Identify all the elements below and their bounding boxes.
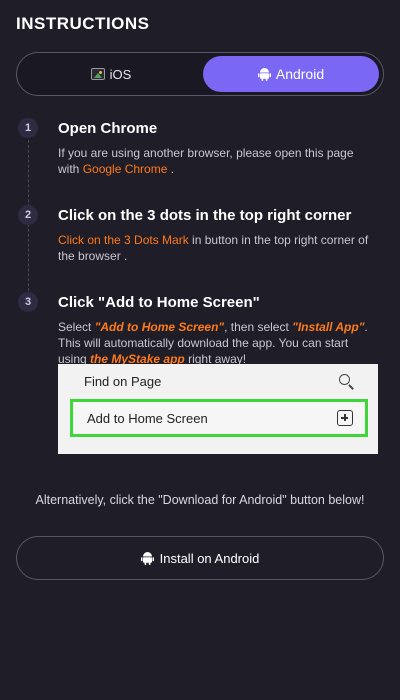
menu-item-add-to-home-screen: Add to Home Screen <box>70 399 368 437</box>
android-icon <box>257 67 271 81</box>
platform-toggle: iOS Android <box>16 52 384 96</box>
page-title: INSTRUCTIONS <box>16 14 150 33</box>
step-title: Open Chrome <box>58 120 158 137</box>
broken-image-icon <box>90 68 105 80</box>
step-number: 2 <box>18 205 38 225</box>
browser-menu-screenshot: Find on Page Add to Home Screen <box>58 364 378 454</box>
android-icon <box>140 551 154 565</box>
search-icon <box>338 373 354 389</box>
menu-item-label: Find on Page <box>84 373 162 389</box>
google-chrome-link[interactable]: Google Chrome <box>83 162 168 176</box>
android-tab-label: Android <box>275 66 325 82</box>
menu-item-find-on-page: Find on Page <box>58 364 378 398</box>
android-tab[interactable]: Android <box>203 56 379 92</box>
step-title: Click on the 3 dots in the top right cor… <box>58 207 352 224</box>
step-description: Select "Add to Home Screen", then select… <box>58 320 368 366</box>
step-number: 3 <box>18 292 38 312</box>
add-box-icon <box>337 410 353 426</box>
step-number: 1 <box>18 118 38 138</box>
alternative-text: Alternatively, click the "Download for A… <box>35 493 365 507</box>
ios-tab[interactable]: iOS <box>21 56 201 92</box>
step-description: If you are using another browser, please… <box>58 146 354 176</box>
install-on-android-button[interactable]: Install on Android <box>16 536 384 580</box>
step-description: Click on the 3 Dots Mark in button in th… <box>58 233 369 263</box>
step-highlight: Click on the 3 Dots Mark <box>58 233 189 247</box>
install-button-label: Install on Android <box>159 550 260 566</box>
menu-item-label: Add to Home Screen <box>87 410 208 426</box>
ios-tab-label: iOS <box>109 66 132 82</box>
step-title: Click "Add to Home Screen" <box>58 294 260 311</box>
